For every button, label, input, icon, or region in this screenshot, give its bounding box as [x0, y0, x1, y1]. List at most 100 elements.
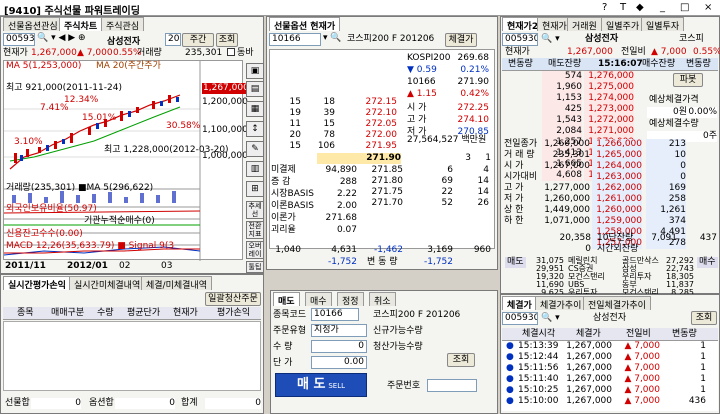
bid-level-row[interactable]: 1,263,000 0 [592, 172, 718, 183]
order-code-input[interactable]: 10166 [311, 308, 359, 321]
bid-row[interactable]: 271.75 22 14 [363, 187, 493, 198]
query-button[interactable]: 조회 [216, 33, 238, 47]
bid-level-row[interactable]: 1,260,000 1,261 [592, 205, 718, 216]
tab-realtime-eval[interactable]: 실시간평가손익 [3, 276, 71, 291]
exec-code-input[interactable]: 005930 [502, 312, 538, 325]
futures-code-input[interactable]: 10166 [269, 33, 321, 46]
tab-daily-invest[interactable]: 일별투자 [641, 17, 685, 32]
ask-price: 1,274,000 [584, 93, 634, 104]
ask-level-row[interactable]: 2,084 1,271,000 [502, 126, 642, 137]
search-icon[interactable]: ▾ 🔍 [323, 33, 342, 43]
indicator-button[interactable]: 전환지표 [246, 221, 264, 239]
tab-futures-quote[interactable]: 선물옵션 현재가 [269, 17, 341, 32]
tab-fill-unfilled[interactable]: 체결/미체결내역 [141, 276, 212, 291]
tab-modify[interactable]: 정정 [337, 292, 364, 307]
tab-exec-trend[interactable]: 체결가추이 [535, 296, 587, 311]
exec-row[interactable]: ● 15:12:44 1,267,000 ▲ 7,000 1 [502, 352, 718, 363]
ask-row[interactable]: 15 18 272.15 [271, 97, 401, 108]
tool-icon-1[interactable]: ▣ [246, 63, 264, 79]
bid-row[interactable]: 271.80 69 14 [363, 176, 493, 187]
ask-qty: 574 [542, 71, 582, 82]
tooltip-button[interactable]: 툴팁 [246, 261, 264, 273]
bid-level-row[interactable]: 1,266,000 213 [592, 139, 718, 150]
bid-level-row[interactable]: 1,264,000 0 [592, 161, 718, 172]
sync-checkbox[interactable] [227, 48, 235, 56]
text-icon[interactable]: T [620, 2, 626, 13]
exec-row[interactable]: ● 15:10:25 1,267,000 ▲ 7,000 1 [502, 385, 718, 396]
ask-price: 272.05 [365, 119, 398, 129]
exec-row[interactable]: ● 15:11:40 1,267,000 ▲ 7,000 1 [502, 374, 718, 385]
est-price: 0원 [647, 107, 687, 118]
tab-cancel[interactable]: 취소 [369, 292, 396, 307]
bid-level-row[interactable]: 1,265,000 10 [592, 150, 718, 161]
exec-row[interactable]: ● 15:13:39 1,267,000 ▲ 7,000 1 [502, 341, 718, 352]
tab-broker[interactable]: 거래원 [567, 17, 602, 32]
tool-icon-6[interactable]: ▥ [246, 161, 264, 177]
ask-row[interactable]: 15 106 271.95 [271, 141, 401, 152]
tab-daily-price[interactable]: 일별주가 [601, 17, 645, 32]
stock-code-input[interactable]: 005930 [3, 33, 35, 46]
tool-icon-4[interactable]: ↕ [246, 121, 264, 137]
sell-button[interactable]: 매 도 SELL [275, 373, 367, 397]
foreign-ratio-label: 외국인보유비율(50.97) [6, 204, 97, 214]
right-code-input[interactable]: 005930 [502, 33, 538, 46]
bid-level-row[interactable]: 1,262,000 169 [592, 183, 718, 194]
tab-buy[interactable]: 매수 [305, 292, 332, 307]
tab-stock-chart[interactable]: 주식차트 [59, 17, 103, 32]
pie-button[interactable]: 파봇 [673, 73, 703, 87]
right-price: 1,267,000 [567, 47, 613, 57]
bid-level-row[interactable]: 1,261,000 258 [592, 194, 718, 205]
period-unit-button[interactable]: 주간 [182, 33, 214, 47]
search-icon[interactable]: 🔍 ▾ [541, 313, 560, 324]
search-icon[interactable]: 🔍 ▾ [541, 34, 560, 45]
exec-table-body[interactable]: ● 15:13:39 1,267,000 ▲ 7,000 1 ● 15:12:44 1,267… [502, 341, 718, 411]
minimize-icon[interactable]: _ [660, 2, 665, 13]
tab-sell[interactable]: 매도 [273, 292, 300, 307]
exec-price-button[interactable]: 체결가 [445, 33, 477, 47]
ask-level-row[interactable]: 1,153 1,274,000 [502, 93, 642, 104]
exec-row[interactable]: ● 15:11:56 1,267,000 ▲ 7,000 1 [502, 363, 718, 374]
bid-level-row[interactable]: 1,259,000 374 [592, 216, 718, 227]
tool-icon-2[interactable]: ▤ [246, 81, 264, 97]
trendline-button[interactable]: 추세선 [246, 201, 264, 219]
period-input[interactable]: 20 [165, 33, 181, 46]
tab-realtime-unfilled[interactable]: 실시간미체결내역 [69, 276, 146, 291]
exec-row[interactable]: ● 15:10:00 1,267,000 ▲ 7,000 436 [502, 396, 718, 407]
price-input[interactable]: 0.00 [311, 356, 367, 369]
overlay-button[interactable]: 오버레이 [246, 241, 264, 259]
ask-level-row[interactable]: 425 1,273,000 [502, 104, 642, 115]
tool-icon-5[interactable]: ✎ [246, 141, 264, 157]
pin-icon[interactable]: ◆ [636, 2, 644, 13]
chart-area[interactable]: MA 5(1,253,000) MA 20(주간주가 최고 921,000(20… [3, 60, 250, 261]
order-query-button[interactable]: 조회 [447, 353, 475, 367]
tool-icon-3[interactable]: ▦ [246, 101, 264, 117]
ask-row[interactable]: 19 39 272.10 [271, 108, 401, 119]
bid-row[interactable]: 271.70 52 26 [363, 198, 493, 209]
bid-row[interactable]: 271.85 6 4 [363, 165, 493, 176]
tab-prev-exec-trend[interactable]: 전일체결가추이 [583, 296, 651, 311]
ask-price: 272.15 [365, 97, 398, 107]
ask-count: 20 [289, 130, 301, 140]
ask-level-row[interactable]: 1,543 1,272,000 [502, 115, 642, 126]
help-icon[interactable]: ? [602, 2, 607, 13]
exec-query-button[interactable]: 조회 [691, 311, 717, 325]
close-icon[interactable]: × [704, 2, 712, 13]
tab-futures-watch[interactable]: 선물옵션관심 [3, 17, 63, 32]
info-row: 시장BASIS 2.22 [271, 189, 359, 200]
qty-input[interactable]: 0 [311, 340, 367, 353]
new-qty-label: 신규가능수량 [373, 326, 423, 336]
ask-level-row[interactable]: 1,960 1,275,000 [502, 82, 642, 93]
tab-exec-price[interactable]: 체결가 [502, 296, 537, 311]
search-icon[interactable]: 🔍 ▾ ◀ ▶ ⊕ [37, 33, 86, 43]
maximize-icon[interactable]: □ [680, 2, 689, 13]
tool-icon-7[interactable]: ⊞ [246, 181, 264, 197]
ask-row[interactable]: 11 15 272.05 [271, 119, 401, 130]
bid-price: 271.85 [371, 165, 404, 175]
order-type-select[interactable]: 지정가 [311, 324, 367, 337]
liquidate-all-button[interactable]: 일괄청산주문 [205, 292, 261, 306]
exec-qty: 1 [700, 352, 706, 362]
eval-table-body[interactable] [3, 321, 261, 391]
ask-level-row[interactable]: 574 1,276,000 [502, 71, 642, 82]
tab-stock-watch[interactable]: 주식관심 [101, 17, 145, 32]
ask-row[interactable]: 20 78 272.00 [271, 130, 401, 141]
